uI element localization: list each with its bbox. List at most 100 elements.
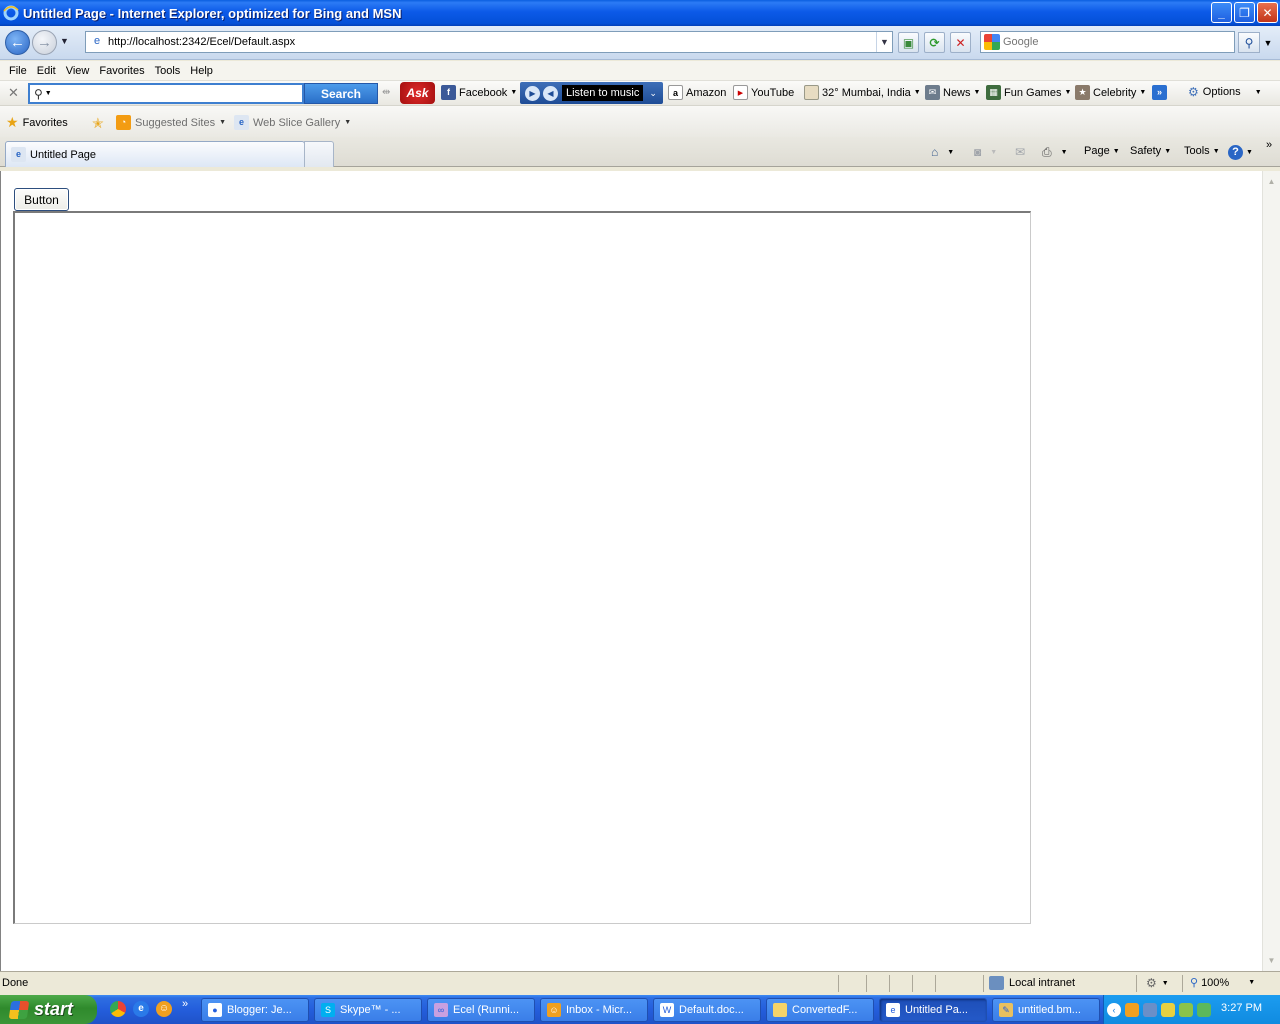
security-zone[interactable]: Local intranet: [989, 976, 1075, 990]
suggested-sites-link[interactable]: ◔ Suggested Sites ▼: [116, 115, 226, 130]
internet-explorer-icon[interactable]: e: [133, 1001, 149, 1017]
status-text: Done: [2, 977, 29, 989]
start-button[interactable]: start: [0, 995, 97, 1024]
task-skype[interactable]: S Skype™ - ...: [314, 998, 422, 1022]
address-dropdown-icon[interactable]: ▼: [876, 32, 892, 52]
more-items-button[interactable]: »: [1152, 85, 1167, 100]
amazon-button[interactable]: a Amazon: [668, 85, 726, 100]
paint-icon: ✎: [999, 1003, 1013, 1017]
zoom-control[interactable]: ⚲ 100% ▼: [1190, 976, 1256, 990]
antivirus-tray-icon[interactable]: [1179, 1002, 1193, 1017]
search-go-icon[interactable]: ⚲: [1238, 32, 1260, 53]
task-blogger[interactable]: ● Blogger: Je...: [201, 998, 309, 1022]
address-bar[interactable]: e http://localhost:2342/Ecel/Default.asp…: [85, 31, 893, 53]
menu-file[interactable]: File: [4, 65, 32, 77]
web-slice-gallery-link[interactable]: e Web Slice Gallery ▼: [234, 115, 351, 130]
protected-mode-button[interactable]: ⚙ ▼: [1146, 976, 1169, 990]
menu-view[interactable]: View: [61, 65, 95, 77]
vertical-scrollbar[interactable]: ▲ ▼: [1262, 171, 1280, 971]
task-label: Ecel (Runni...: [453, 1004, 520, 1016]
search-type-dropdown-icon[interactable]: ▼: [45, 90, 52, 97]
new-tab-button[interactable]: [304, 141, 334, 167]
news-button[interactable]: ✉ News ▼: [925, 85, 980, 100]
music-player[interactable]: ▶ ◀ Listen to music ⌄: [520, 82, 663, 104]
back-button[interactable]: ←: [5, 30, 30, 55]
play-icon[interactable]: ▶: [525, 85, 540, 101]
search-input[interactable]: [1003, 36, 1234, 48]
refresh-icon[interactable]: ⟳: [924, 32, 945, 53]
menu-favorites[interactable]: Favorites: [94, 65, 149, 77]
task-converted-folder[interactable]: ConvertedF...: [766, 998, 874, 1022]
chevron-right-double-icon: »: [1266, 139, 1273, 151]
menu-tools[interactable]: Tools: [150, 65, 186, 77]
ie-page-icon: e: [234, 115, 249, 130]
maximize-button[interactable]: ❐: [1234, 2, 1255, 23]
close-button[interactable]: ✕: [1257, 2, 1278, 23]
recent-pages-dropdown-icon[interactable]: ▼: [60, 36, 69, 46]
folder-icon: [773, 1003, 787, 1017]
task-untitled-page[interactable]: e Untitled Pa...: [879, 998, 987, 1022]
messenger-icon[interactable]: ☺: [156, 1001, 172, 1017]
scroll-down-icon[interactable]: ▼: [1263, 952, 1280, 969]
skype-icon: S: [321, 1003, 335, 1017]
add-favorite-star-icon: ✭: [92, 115, 104, 131]
system-tray: ‹ 3:27 PM: [1103, 995, 1280, 1024]
toolbar-grip-icon[interactable]: ⇹: [382, 87, 390, 98]
network-tray-icon[interactable]: [1143, 1002, 1157, 1017]
page-icon: e: [93, 35, 101, 47]
scroll-up-icon[interactable]: ▲: [1263, 173, 1280, 190]
music-dropdown-icon[interactable]: ⌄: [649, 88, 657, 99]
volume-icon[interactable]: ◀: [543, 85, 558, 101]
safety-menu-button[interactable]: Safety ▼: [1130, 145, 1171, 157]
tab-untitled-page[interactable]: e Untitled Page: [5, 141, 305, 167]
chrome-icon[interactable]: [110, 1001, 126, 1017]
task-label: Blogger: Je...: [227, 1004, 292, 1016]
search-box[interactable]: [980, 31, 1235, 53]
page-menu-button[interactable]: Page ▼: [1084, 145, 1120, 157]
messenger-tray-icon[interactable]: [1125, 1002, 1139, 1017]
more-commands-button[interactable]: »: [1266, 139, 1272, 151]
youtube-button[interactable]: ▶ YouTube: [733, 85, 794, 100]
task-untitled-bmp[interactable]: ✎ untitled.bm...: [992, 998, 1100, 1022]
fun-games-button[interactable]: ▦ Fun Games ▼: [986, 85, 1071, 100]
show-hidden-icons-icon[interactable]: ‹: [1107, 1002, 1121, 1017]
rss-feed-icon: ◙: [974, 145, 982, 159]
zoom-level: 100%: [1201, 976, 1230, 989]
print-button[interactable]: ⎙ ▼: [1042, 145, 1068, 160]
games-icon: ▦: [986, 85, 1001, 100]
read-mail-button[interactable]: ✉: [1015, 145, 1025, 159]
home-button[interactable]: ⌂ ▼: [931, 145, 954, 159]
favorites-button[interactable]: ★ Favorites: [6, 114, 68, 131]
search-options-dropdown-icon[interactable]: ▼: [1261, 32, 1275, 53]
ask-search-button[interactable]: Search: [304, 83, 378, 104]
stop-icon[interactable]: ✕: [950, 32, 971, 53]
security-tray-icon[interactable]: [1161, 1002, 1175, 1017]
minimize-button[interactable]: _: [1211, 2, 1232, 23]
add-to-favorites-button[interactable]: ✭: [92, 115, 104, 132]
options-button[interactable]: ⚙ Options ▼: [1188, 85, 1262, 99]
feeds-button[interactable]: ◙ ▼: [974, 145, 997, 159]
celebrity-button[interactable]: ★ Celebrity ▼: [1075, 85, 1146, 100]
page-button[interactable]: Button: [14, 188, 69, 211]
forward-button[interactable]: →: [32, 30, 57, 55]
menu-edit[interactable]: Edit: [32, 65, 61, 77]
chevron-down-icon: ▼: [1248, 979, 1256, 986]
task-ecel[interactable]: ∞ Ecel (Runni...: [427, 998, 535, 1022]
ask-search-input[interactable]: ⚲ ▼: [28, 83, 304, 104]
facebook-button[interactable]: f Facebook ▼: [441, 85, 517, 100]
page-label: Page: [1084, 145, 1110, 157]
task-inbox[interactable]: ☺ Inbox - Micr...: [540, 998, 648, 1022]
menu-help[interactable]: Help: [185, 65, 218, 77]
tools-menu-button[interactable]: Tools ▼: [1184, 145, 1220, 157]
close-toolbar-icon[interactable]: ✕: [8, 85, 19, 101]
quick-launch-overflow-icon[interactable]: »: [182, 998, 188, 1010]
ask-logo-icon[interactable]: Ask: [400, 82, 435, 104]
task-default-doc[interactable]: W Default.doc...: [653, 998, 761, 1022]
address-url[interactable]: http://localhost:2342/Ecel/Default.aspx: [108, 36, 876, 48]
weather-button[interactable]: 32° Mumbai, India ▼: [804, 85, 921, 100]
compatibility-view-icon[interactable]: ▣: [898, 32, 919, 53]
clock[interactable]: 3:27 PM: [1221, 1002, 1262, 1014]
help-button[interactable]: ? ▼: [1228, 145, 1253, 160]
window-title-bar: Untitled Page - Internet Explorer, optim…: [0, 0, 1280, 26]
skype-tray-icon[interactable]: [1197, 1002, 1211, 1017]
